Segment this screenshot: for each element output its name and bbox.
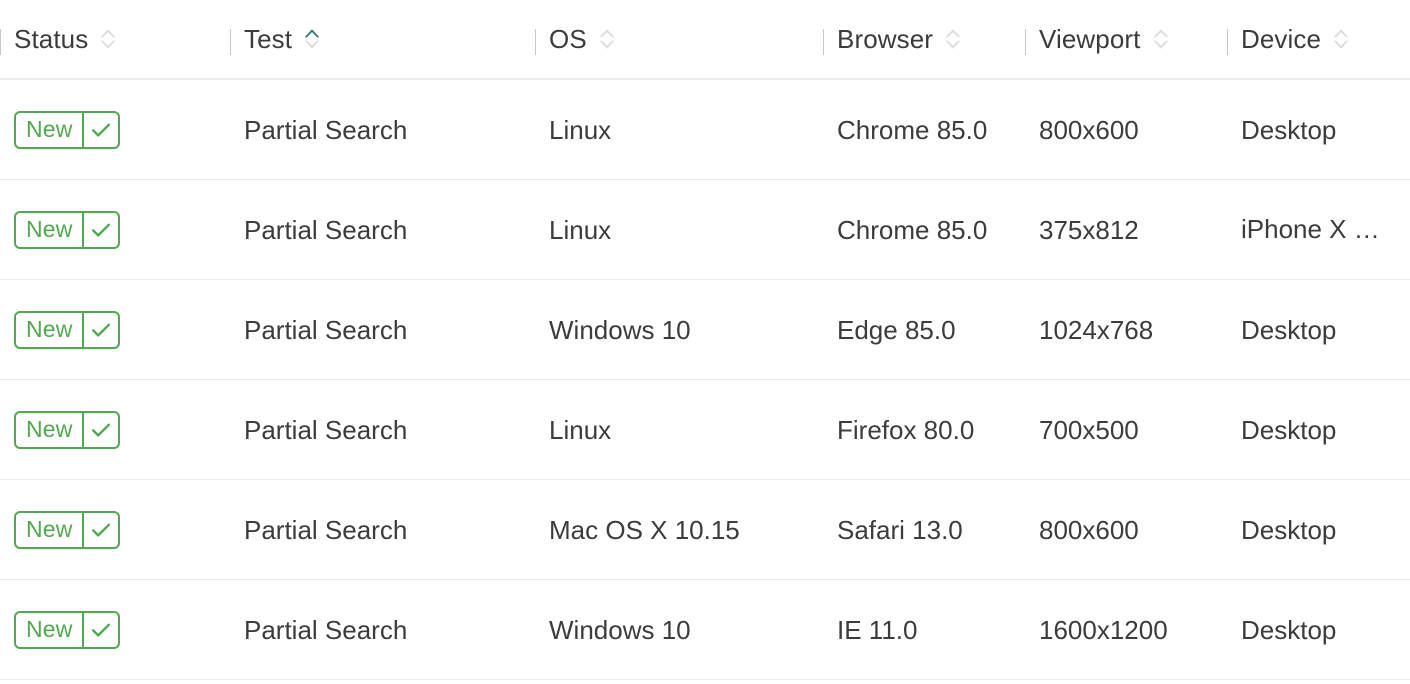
table-row[interactable]: New Partial SearchWindows 10Edge 85.01024… [0,280,1410,380]
cell-test: Partial Search [230,380,535,479]
cell-test: Partial Search [230,280,535,379]
column-header-label: OS [549,24,587,54]
sort-both-icon[interactable] [598,26,616,52]
column-header-status[interactable]: Status [0,0,230,78]
column-divider [535,29,536,55]
check-icon[interactable] [84,513,118,547]
status-badge[interactable]: New [14,611,120,649]
table-row[interactable]: New Partial SearchMac OS X 10.15Safari 13… [0,480,1410,580]
table-row[interactable]: New Partial SearchLinuxChrome 85.0800x600… [0,80,1410,180]
column-header-browser[interactable]: Browser [823,0,1025,78]
cell-viewport: 800x600 [1025,80,1227,179]
cell-browser: Safari 13.0 [823,480,1025,579]
column-header-viewport[interactable]: Viewport [1025,0,1227,78]
cell-viewport: 1600x1200 [1025,580,1227,679]
cell-device: Desktop [1227,480,1410,579]
cell-status: New [0,580,230,679]
column-divider [823,29,824,55]
cell-test: Partial Search [230,480,535,579]
cell-status: New [0,80,230,179]
status-badge[interactable]: New [14,111,120,149]
table-row[interactable]: New Partial SearchLinuxFirefox 80.0700x50… [0,380,1410,480]
cell-viewport: 1024x768 [1025,280,1227,379]
sort-both-icon[interactable] [1152,26,1170,52]
cell-os: Mac OS X 10.15 [535,480,823,579]
table-row[interactable]: New Partial SearchWindows 10IE 11.01600x1… [0,580,1410,680]
status-badge-label: New [16,413,82,447]
cell-os: Windows 10 [535,280,823,379]
cell-device: Desktop [1227,380,1410,479]
check-icon[interactable] [84,113,118,147]
cell-browser: Edge 85.0 [823,280,1025,379]
table-header-row: Status Test OS Browser Viewport Device [0,0,1410,80]
cell-os: Linux [535,80,823,179]
cell-device: iPhone X … [1227,180,1410,279]
cell-os: Windows 10 [535,580,823,679]
cell-status: New [0,180,230,279]
status-badge-label: New [16,313,82,347]
sort-both-icon[interactable] [99,26,117,52]
sort-both-icon[interactable] [1332,26,1350,52]
column-header-label: Browser [837,24,933,54]
sort-both-icon[interactable] [944,26,962,52]
column-header-test[interactable]: Test [230,0,535,78]
cell-viewport: 800x600 [1025,480,1227,579]
column-divider [1227,29,1228,55]
cell-test: Partial Search [230,180,535,279]
cell-browser: IE 11.0 [823,580,1025,679]
sort-asc-icon[interactable] [303,26,321,52]
column-header-os[interactable]: OS [535,0,823,78]
status-badge[interactable]: New [14,311,120,349]
check-icon[interactable] [84,613,118,647]
status-badge-label: New [16,613,82,647]
cell-os: Linux [535,180,823,279]
cell-browser: Firefox 80.0 [823,380,1025,479]
cell-os: Linux [535,380,823,479]
cell-test: Partial Search [230,580,535,679]
cell-status: New [0,480,230,579]
cell-status: New [0,380,230,479]
cell-status: New [0,280,230,379]
cell-viewport: 700x500 [1025,380,1227,479]
column-divider [230,29,231,55]
column-header-device[interactable]: Device [1227,0,1410,78]
column-header-label: Device [1241,24,1321,54]
column-header-label: Viewport [1039,24,1141,54]
status-badge[interactable]: New [14,211,120,249]
cell-viewport: 375x812 [1025,180,1227,279]
column-header-label: Status [14,24,88,54]
column-divider [0,29,1,55]
column-header-label: Test [244,24,292,54]
cell-browser: Chrome 85.0 [823,80,1025,179]
status-badge-label: New [16,113,82,147]
table-row[interactable]: New Partial SearchLinuxChrome 85.0375x812… [0,180,1410,280]
status-badge-label: New [16,213,82,247]
status-badge[interactable]: New [14,411,120,449]
cell-test: Partial Search [230,80,535,179]
cell-device: Desktop [1227,80,1410,179]
column-divider [1025,29,1026,55]
status-badge[interactable]: New [14,511,120,549]
cell-browser: Chrome 85.0 [823,180,1025,279]
cell-device: Desktop [1227,280,1410,379]
check-icon[interactable] [84,313,118,347]
table-body: NewPartial SearchLinuxChrome 85.0800x600… [0,80,1410,680]
check-icon[interactable] [84,413,118,447]
status-badge-label: New [16,513,82,547]
check-icon[interactable] [84,213,118,247]
cell-device: Desktop [1227,580,1410,679]
test-results-table: Status Test OS Browser Viewport Device New Par… [0,0,1410,684]
